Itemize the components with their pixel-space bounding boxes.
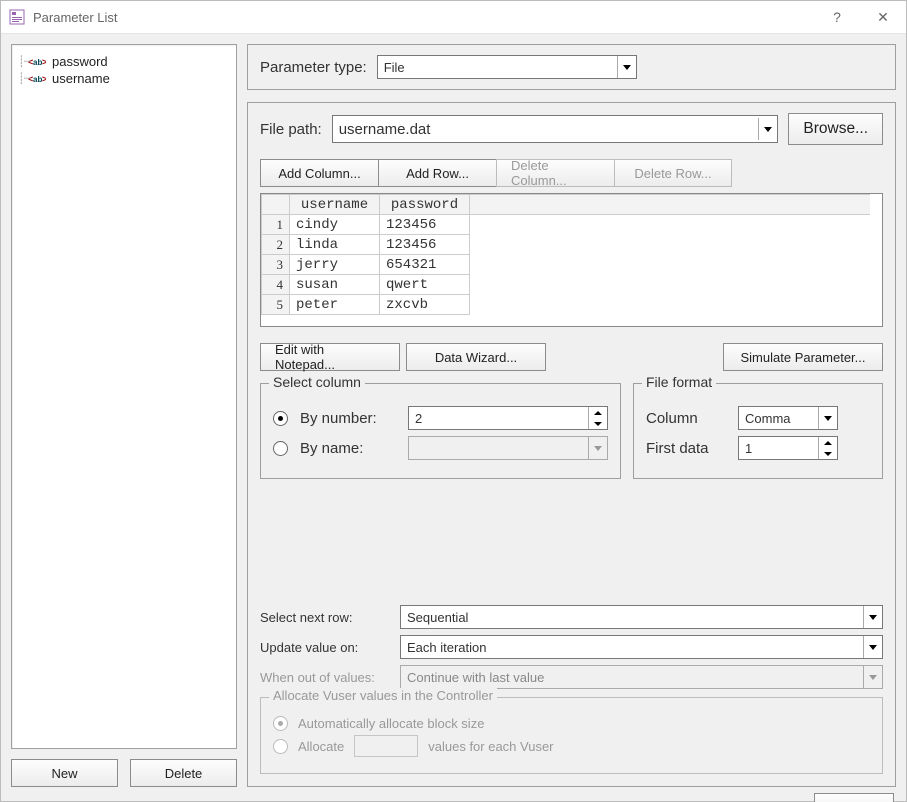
col-header-password[interactable]: password xyxy=(380,195,470,215)
spin-down-icon[interactable] xyxy=(589,418,607,429)
help-button[interactable]: ? xyxy=(814,1,860,33)
parameter-list-window: Parameter List ? ✕ ┊┄ <ab> password ┊┄ <… xyxy=(0,0,907,802)
chevron-down-icon xyxy=(588,437,607,459)
chevron-down-icon xyxy=(758,118,777,140)
when-out-of-values-combo: Continue with last value xyxy=(400,665,883,689)
close-window-button[interactable]: ✕ xyxy=(860,1,906,33)
chevron-down-icon xyxy=(818,407,837,429)
chevron-down-icon xyxy=(617,56,636,78)
close-button[interactable]: Close xyxy=(814,793,894,802)
table-row[interactable]: 4 susan qwert xyxy=(262,275,870,295)
svg-text:>: > xyxy=(42,74,46,84)
spin-up-icon[interactable] xyxy=(589,407,607,418)
footer: Close xyxy=(1,787,906,802)
select-next-row-label: Select next row: xyxy=(260,610,390,625)
titlebar: Parameter List ? ✕ xyxy=(1,1,906,34)
svg-text:>: > xyxy=(42,57,46,67)
tree-item-username[interactable]: ┊┄ <ab> username xyxy=(18,70,230,87)
delete-button[interactable]: Delete xyxy=(130,759,237,787)
window-title: Parameter List xyxy=(33,10,814,25)
browse-button[interactable]: Browse... xyxy=(788,113,883,145)
table-row[interactable]: 3 jerry 654321 xyxy=(262,255,870,275)
select-column-group: Select column By number: 2 By name: xyxy=(260,383,621,479)
by-number-spin[interactable]: 2 xyxy=(408,406,608,430)
table-row[interactable]: 1 cindy 123456 xyxy=(262,215,870,235)
edit-with-notepad-button[interactable]: Edit with Notepad... xyxy=(260,343,400,371)
auto-allocate-radio xyxy=(273,716,288,731)
param-icon: <ab> xyxy=(28,72,46,86)
right-panel: Parameter type: File File path: username… xyxy=(247,44,896,787)
parameter-type-label: Parameter type: xyxy=(260,59,367,76)
by-name-combo xyxy=(408,436,608,460)
left-panel: ┊┄ <ab> password ┊┄ <ab> username New De… xyxy=(11,44,237,787)
param-icon: <ab> xyxy=(28,55,46,69)
app-icon xyxy=(9,9,25,25)
allocate-radio xyxy=(273,739,288,754)
col-header-blank xyxy=(470,195,870,215)
chevron-down-icon xyxy=(863,666,882,688)
data-grid[interactable]: username password 1 cindy 123456 2 xyxy=(260,193,883,327)
table-row[interactable]: 5 peter zxcvb xyxy=(262,295,870,315)
file-format-group: File format Column Comma First data 1 xyxy=(633,383,883,479)
file-param-section: File path: username.dat Browse... Add Co… xyxy=(247,102,896,787)
allocate-count-input xyxy=(354,735,418,757)
parameter-tree[interactable]: ┊┄ <ab> password ┊┄ <ab> username xyxy=(11,44,237,749)
file-path-label: File path: xyxy=(260,121,322,138)
allocate-vuser-group: Allocate Vuser values in the Controller … xyxy=(260,697,883,774)
tree-item-label: password xyxy=(52,54,108,69)
select-next-row-combo[interactable]: Sequential xyxy=(400,605,883,629)
column-delim-combo[interactable]: Comma xyxy=(738,406,838,430)
chevron-down-icon xyxy=(863,606,882,628)
data-wizard-button[interactable]: Data Wizard... xyxy=(406,343,546,371)
add-column-button[interactable]: Add Column... xyxy=(260,159,378,187)
first-data-spin[interactable]: 1 xyxy=(738,436,838,460)
by-name-radio[interactable] xyxy=(273,441,288,456)
spin-down-icon[interactable] xyxy=(819,448,837,459)
delete-row-button: Delete Row... xyxy=(614,159,732,187)
delete-column-button: Delete Column... xyxy=(496,159,614,187)
new-button[interactable]: New xyxy=(11,759,118,787)
tree-item-label: username xyxy=(52,71,110,86)
chevron-down-icon xyxy=(863,636,882,658)
update-value-on-label: Update value on: xyxy=(260,640,390,655)
tree-item-password[interactable]: ┊┄ <ab> password xyxy=(18,53,230,70)
parameter-type-section: Parameter type: File xyxy=(247,44,896,90)
file-path-combo[interactable]: username.dat xyxy=(332,115,779,143)
spin-up-icon[interactable] xyxy=(819,437,837,448)
add-row-button[interactable]: Add Row... xyxy=(378,159,496,187)
by-number-radio[interactable] xyxy=(273,411,288,426)
update-value-on-combo[interactable]: Each iteration xyxy=(400,635,883,659)
grid-corner[interactable] xyxy=(262,195,290,215)
simulate-parameter-button[interactable]: Simulate Parameter... xyxy=(723,343,883,371)
parameter-type-combo[interactable]: File xyxy=(377,55,637,79)
table-row[interactable]: 2 linda 123456 xyxy=(262,235,870,255)
when-out-of-values-label: When out of values: xyxy=(260,670,390,685)
col-header-username[interactable]: username xyxy=(290,195,380,215)
